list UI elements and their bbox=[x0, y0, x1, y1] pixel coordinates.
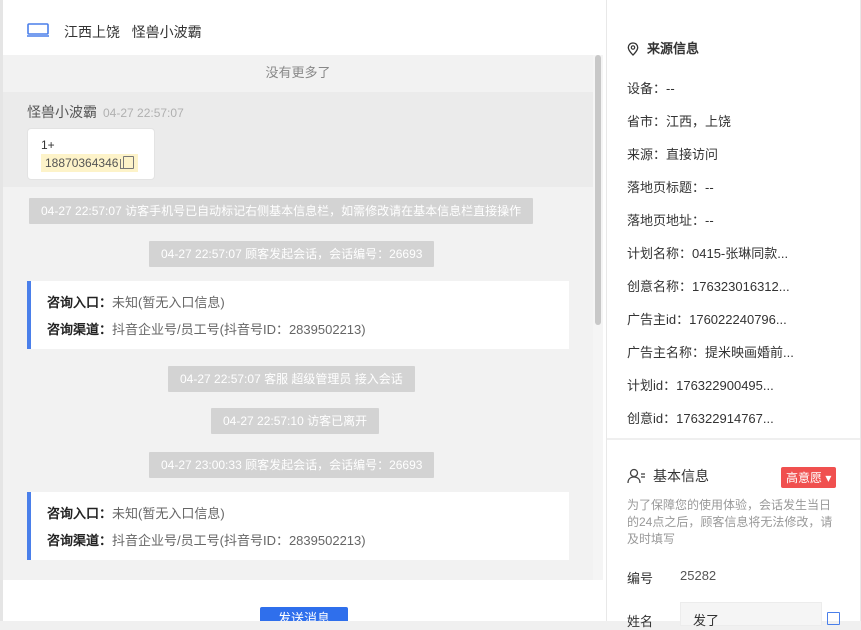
message-line: 1+ bbox=[41, 138, 55, 152]
visitor-name: 怪兽小波霸 bbox=[131, 24, 202, 40]
send-button[interactable]: 发送消息 bbox=[260, 607, 348, 621]
basic-info-title: 基本信息 bbox=[627, 466, 709, 486]
visitor-message: 怪兽小波霸 04-27 22:57:07 1+ 18870364346 bbox=[3, 92, 593, 187]
message-bubble: 1+ 18870364346 bbox=[27, 128, 155, 180]
phone-text: 18870364346 bbox=[45, 156, 119, 170]
message-time: 04-27 22:57:07 bbox=[103, 106, 184, 120]
basic-info-note: 为了保障您的使用体验，会话发生当日的24点之后，顾客信息将无法修改，请及时填写 bbox=[627, 498, 833, 546]
source-province-city: 省市：江西，上饶 bbox=[627, 114, 732, 129]
send-area: 发送消息 bbox=[3, 580, 603, 621]
no-more-text: 没有更多了 bbox=[265, 65, 331, 80]
chat-history[interactable]: 没有更多了 怪兽小波霸 04-27 22:57:07 1+ 18870364346… bbox=[3, 55, 593, 580]
inquiry-card: 咨询入口：未知(暂无入口信息) 咨询渠道：抖音企业号/员工号(抖音号ID：283… bbox=[27, 281, 569, 349]
chat-panel: 江西上饶 怪兽小波霸 没有更多了 怪兽小波霸 04-27 22:57:07 1+ … bbox=[0, 0, 606, 621]
system-message: 04-27 22:57:07 访客手机号已自动标记右侧基本信息栏，如需修改请在基… bbox=[29, 198, 534, 224]
caret-down-icon: ▾ bbox=[825, 471, 832, 485]
inquiry-channel: 咨询渠道：抖音企业号/员工号(抖音号ID：2839502213) bbox=[47, 322, 366, 337]
phone-number[interactable]: 18870364346 bbox=[41, 154, 139, 172]
source-creative-name: 创意名称：176323016312... bbox=[627, 279, 790, 294]
source-landing-url: 落地页地址：-- bbox=[627, 213, 714, 228]
intent-badge[interactable]: 高意愿 ▾ bbox=[781, 467, 837, 488]
scrollbar-thumb[interactable] bbox=[595, 55, 601, 325]
inquiry-entry: 咨询入口：未知(暂无入口信息) bbox=[47, 295, 225, 310]
source-advertiser-id: 广告主id：176022240796... bbox=[627, 312, 787, 327]
inquiry-card: 咨询入口：未知(暂无入口信息) 咨询渠道：抖音企业号/员工号(抖音号ID：283… bbox=[27, 492, 569, 560]
section-divider bbox=[607, 438, 861, 440]
source-plan-name: 计划名称：0415-张琳同款... bbox=[627, 246, 789, 261]
source-origin: 来源：直接访问 bbox=[627, 147, 719, 162]
system-message: 04-27 22:57:07 顾客发起会话，会话编号：26693 bbox=[149, 241, 435, 267]
laptop-icon bbox=[27, 23, 49, 37]
copy-icon[interactable] bbox=[120, 156, 135, 169]
source-info-title: 来源信息 bbox=[627, 38, 699, 57]
name-field[interactable]: 发了 bbox=[680, 602, 822, 628]
chat-title: 江西上饶 怪兽小波霸 bbox=[64, 22, 202, 42]
message-header: 怪兽小波霸 04-27 22:57:07 bbox=[27, 102, 184, 122]
source-landing-title: 落地页标题：-- bbox=[627, 180, 714, 195]
source-advertiser-name: 广告主名称：提米映画婚前... bbox=[627, 345, 794, 360]
chat-header: 江西上饶 怪兽小波霸 bbox=[3, 5, 603, 55]
visitor-location: 江西上饶 bbox=[64, 24, 120, 40]
number-label: 编号 bbox=[627, 571, 654, 586]
user-icon bbox=[627, 468, 645, 484]
inquiry-channel: 咨询渠道：抖音企业号/员工号(抖音号ID：2839502213) bbox=[47, 533, 366, 548]
source-creative-id: 创意id：176322914767... bbox=[627, 411, 774, 426]
chat-scrollbar[interactable] bbox=[593, 55, 603, 580]
location-pin-icon bbox=[627, 42, 639, 56]
info-panel: 来源信息 设备：-- 省市：江西，上饶 来源：直接访问 落地页标题：-- 落地页… bbox=[606, 0, 861, 629]
number-value: 25282 bbox=[680, 568, 717, 583]
system-message: 04-27 23:00:33 顾客发起会话，会话编号：26693 bbox=[149, 452, 435, 478]
inquiry-entry: 咨询入口：未知(暂无入口信息) bbox=[47, 506, 225, 521]
system-message: 04-27 22:57:10 访客已离开 bbox=[211, 408, 380, 434]
sender-name: 怪兽小波霸 bbox=[27, 104, 97, 120]
source-device: 设备：-- bbox=[627, 81, 675, 96]
system-message: 04-27 22:57:07 客服 超级管理员 接入会话 bbox=[168, 366, 415, 392]
source-plan-id: 计划id：176322900495... bbox=[627, 378, 774, 393]
edit-icon[interactable] bbox=[827, 612, 840, 625]
